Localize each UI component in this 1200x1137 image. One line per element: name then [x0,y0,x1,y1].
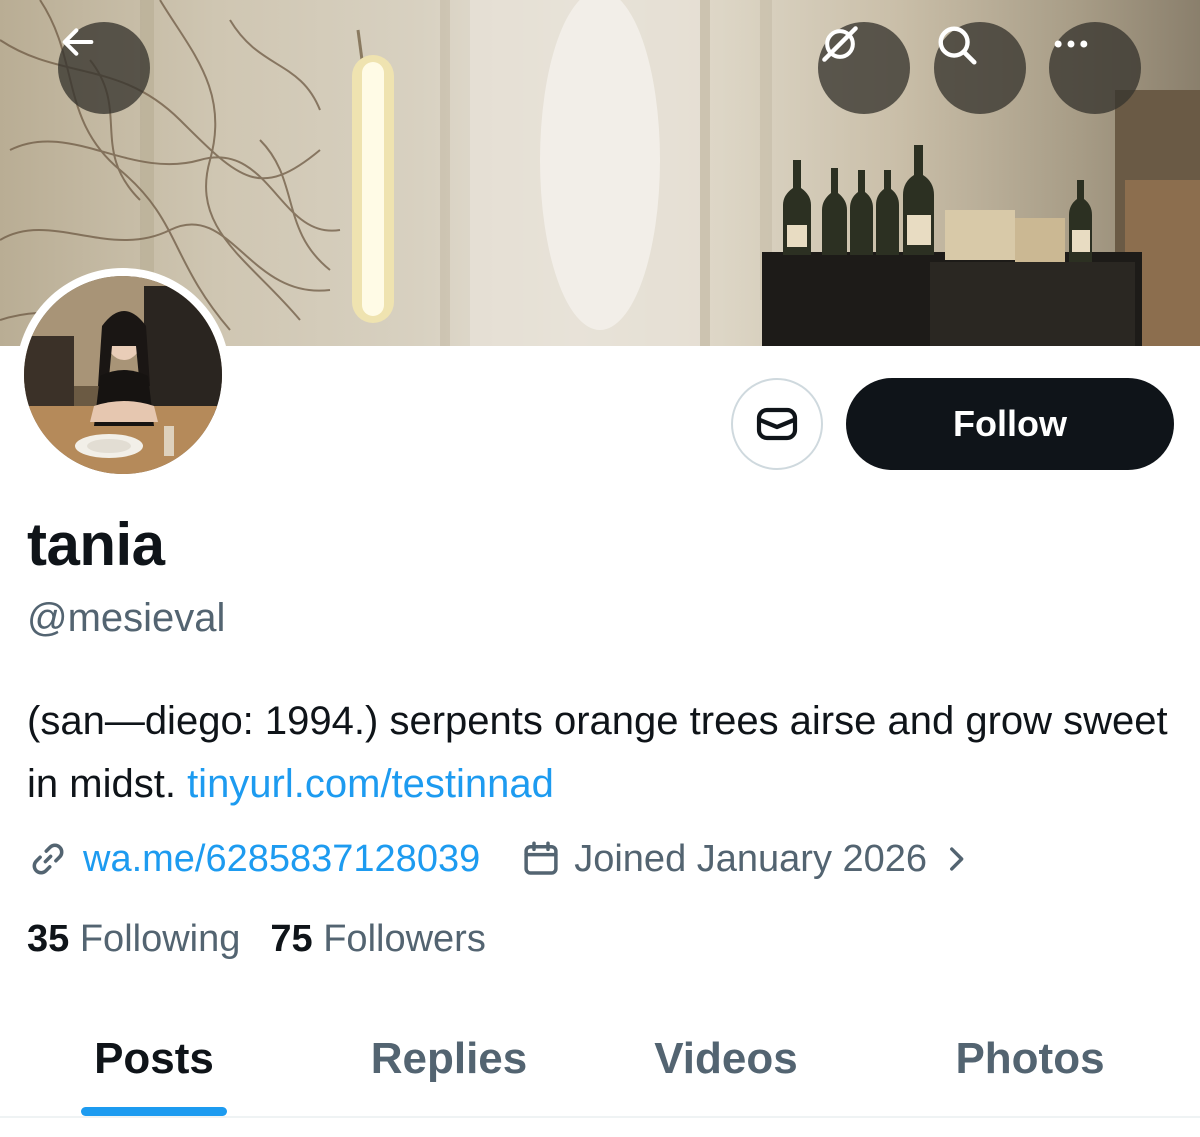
grok-button[interactable] [818,22,910,114]
follow-button[interactable]: Follow [846,378,1174,470]
calendar-icon [524,841,558,875]
search-button[interactable] [934,22,1026,114]
tab-replies[interactable]: Replies [330,1000,568,1117]
joined-date: Joined January 2026 [574,837,928,880]
back-button[interactable] [58,22,150,114]
website-link[interactable]: wa.me/6285837128039 [83,838,480,881]
profile-tabs: Posts Replies Videos Photos [0,1000,1200,1117]
active-tab-indicator [81,1107,227,1116]
search-icon [938,26,977,65]
display-name: tania [27,511,165,578]
following-number: 35 [27,918,70,960]
arrow-left-icon [62,28,94,56]
followers-number: 75 [270,918,313,960]
tab-videos[interactable]: Videos [610,1000,842,1117]
profile-avatar[interactable] [16,268,230,482]
follow-stats: 35 Following 75 Followers [27,918,516,961]
more-horizontal-icon [1054,40,1088,48]
envelope-icon [756,407,798,441]
website-item[interactable]: wa.me/6285837128039 [27,838,480,881]
profile-meta: wa.me/6285837128039 Joined January 2026 [27,832,973,886]
avatar-image [24,276,222,474]
tab-posts[interactable]: Posts [40,1000,268,1117]
link-icon [32,843,64,875]
profile-bio: (san—diego: 1994.) serpents orange trees… [27,690,1177,816]
joined-item[interactable]: Joined January 2026 [520,838,973,881]
username-handle: @mesieval [27,596,226,640]
followers-label: Followers [323,918,486,960]
followers-count[interactable]: 75 Followers [270,918,485,961]
tab-photos[interactable]: Photos [910,1000,1150,1117]
message-button[interactable] [731,378,823,470]
tabs-divider [0,1116,1200,1118]
bio-link[interactable]: tinyurl.com/testinnad [187,762,554,806]
following-count[interactable]: 35 Following [27,918,240,961]
slashed-circle-icon [822,26,858,62]
chevron-right-icon [950,847,964,871]
more-button[interactable] [1049,22,1141,114]
following-label: Following [79,918,241,960]
